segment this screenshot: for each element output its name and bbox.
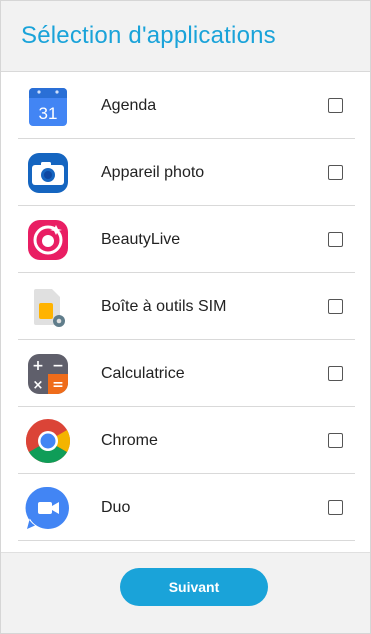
next-button[interactable]: Suivant bbox=[120, 568, 268, 606]
duo-icon bbox=[24, 484, 72, 532]
list-item-chrome[interactable]: Chrome bbox=[1, 407, 370, 474]
calendar-day-text: 31 bbox=[39, 104, 58, 123]
svg-text:×: × bbox=[33, 378, 44, 393]
list-item-boite-outils-sim[interactable]: Boîte à outils SIM bbox=[1, 273, 370, 340]
sim-toolkit-icon bbox=[24, 283, 72, 331]
app-label: Calculatrice bbox=[101, 364, 185, 382]
camera-icon bbox=[24, 149, 72, 197]
calendar-icon: 31 bbox=[24, 82, 72, 130]
duo-checkbox[interactable] bbox=[328, 500, 343, 515]
calculator-icon: + − × = bbox=[24, 350, 72, 398]
dialog-header: Sélection d'applications bbox=[1, 1, 370, 72]
app-label: Appareil photo bbox=[101, 163, 205, 181]
svg-text:−: − bbox=[52, 358, 64, 374]
dialog-footer: Suivant bbox=[1, 552, 370, 633]
chrome-checkbox[interactable] bbox=[328, 433, 343, 448]
svg-text:=: = bbox=[52, 377, 64, 393]
agenda-checkbox[interactable] bbox=[328, 98, 343, 113]
app-label: Boîte à outils SIM bbox=[101, 297, 227, 315]
app-label: Chrome bbox=[101, 431, 158, 449]
list-item-calculatrice[interactable]: + − × = Calculatrice bbox=[1, 340, 370, 407]
list-item-appareil-photo[interactable]: Appareil photo bbox=[1, 139, 370, 206]
calculatrice-checkbox[interactable] bbox=[328, 366, 343, 381]
boite-outils-sim-checkbox[interactable] bbox=[328, 299, 343, 314]
svg-text:+: + bbox=[32, 358, 44, 374]
appareil-photo-checkbox[interactable] bbox=[328, 165, 343, 180]
list-item-duo[interactable]: Duo bbox=[1, 474, 370, 541]
app-label: BeautyLive bbox=[101, 230, 181, 248]
beautylive-icon bbox=[24, 216, 72, 264]
chrome-icon bbox=[24, 417, 72, 465]
dialog-title: Sélection d'applications bbox=[21, 22, 276, 49]
beautylive-checkbox[interactable] bbox=[328, 232, 343, 247]
list-item-agenda[interactable]: 31 Agenda bbox=[1, 72, 370, 139]
app-label: Agenda bbox=[101, 96, 157, 114]
app-selection-dialog: Sélection d'applications 31 Agenda Appar… bbox=[0, 0, 371, 634]
list-item-beautylive[interactable]: BeautyLive bbox=[1, 206, 370, 273]
app-label: Duo bbox=[101, 498, 131, 516]
app-list: 31 Agenda Appareil photo BeautyLive Boît… bbox=[1, 72, 370, 541]
